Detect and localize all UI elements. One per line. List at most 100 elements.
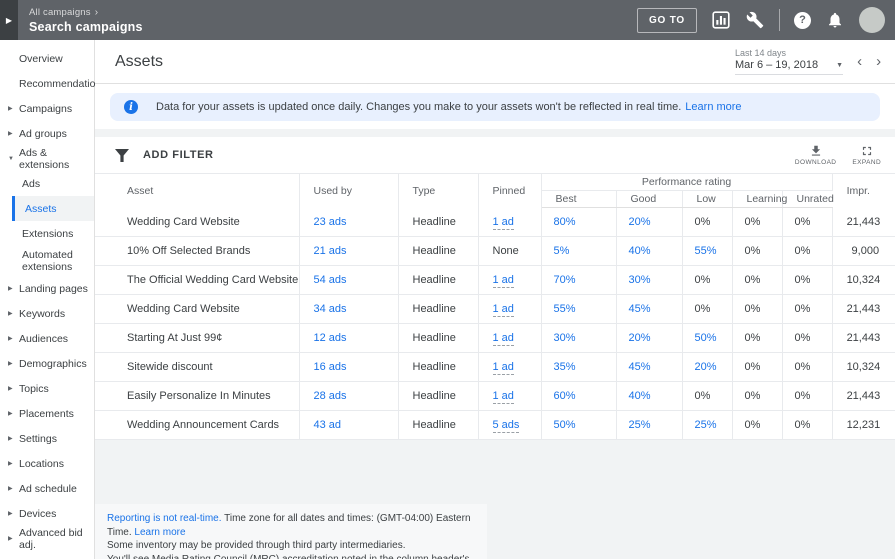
low-pct-link[interactable]: 20% bbox=[695, 361, 717, 373]
sidebar-item-extensions[interactable]: Extensions bbox=[0, 221, 94, 246]
good-pct-link[interactable]: 45% bbox=[629, 303, 651, 315]
pinned-link[interactable]: 1 ad bbox=[493, 274, 514, 288]
column-header-learning[interactable]: Learning bbox=[732, 191, 782, 208]
sidebar-item-ads-extensions[interactable]: ▼Ads & extensions bbox=[0, 146, 94, 171]
pinned-link[interactable]: 5 ads bbox=[493, 419, 520, 433]
nav-expand-strip[interactable]: ▶ bbox=[0, 0, 18, 40]
sidebar-item-placements[interactable]: ▶Placements bbox=[0, 401, 94, 426]
chevron-right-icon: ▶ bbox=[8, 310, 13, 317]
best-pct-link[interactable]: 70% bbox=[554, 274, 576, 286]
used-by-link[interactable]: 12 ads bbox=[314, 332, 347, 344]
sidebar-item-overview[interactable]: Overview bbox=[0, 46, 94, 71]
sidebar-item-demographics[interactable]: ▶Demographics bbox=[0, 351, 94, 376]
sidebar-item-assets[interactable]: Assets bbox=[12, 196, 94, 221]
used-by-link[interactable]: 34 ads bbox=[314, 303, 347, 315]
used-by-link[interactable]: 23 ads bbox=[314, 216, 347, 228]
column-header-type[interactable]: Type bbox=[398, 174, 478, 208]
next-period-button[interactable]: › bbox=[876, 54, 881, 69]
column-group-performance-rating: Performance rating bbox=[541, 174, 832, 191]
sidebar-item-audiences[interactable]: ▶Audiences bbox=[0, 326, 94, 351]
sidebar-item-settings[interactable]: ▶Settings bbox=[0, 426, 94, 451]
help-icon[interactable]: ? bbox=[794, 12, 811, 29]
good-pct-link[interactable]: 25% bbox=[629, 419, 651, 431]
good-pct-link[interactable]: 20% bbox=[629, 216, 651, 228]
low-pct-link[interactable]: 25% bbox=[695, 419, 717, 431]
below-table-area: Reporting is not real-time. Time zone fo… bbox=[95, 504, 895, 559]
column-header-best[interactable]: Best bbox=[541, 191, 616, 208]
best-pct-link[interactable]: 50% bbox=[554, 419, 576, 431]
table-row: Starting At Just 99¢ 12 ads Headline 1 a… bbox=[95, 324, 895, 353]
pinned-link[interactable]: 1 ad bbox=[493, 332, 514, 346]
expand-button[interactable]: EXPAND bbox=[852, 144, 881, 166]
sidebar-item-campaigns[interactable]: ▶Campaigns bbox=[0, 96, 94, 121]
sidebar-item-automated-extensions[interactable]: Automated extensions bbox=[0, 246, 94, 276]
column-header-used-by[interactable]: Used by bbox=[299, 174, 398, 208]
good-pct-link[interactable]: 30% bbox=[629, 274, 651, 286]
sidebar-item-devices[interactable]: ▶Devices bbox=[0, 501, 94, 526]
go-to-button[interactable]: GO TO bbox=[637, 8, 697, 33]
column-header-pinned[interactable]: Pinned bbox=[478, 174, 541, 208]
column-header-unrated[interactable]: Unrated bbox=[782, 191, 832, 208]
sidebar-item-topics[interactable]: ▶Topics bbox=[0, 376, 94, 401]
learn-more-link[interactable]: Learn more bbox=[685, 101, 741, 113]
notifications-bell-icon[interactable] bbox=[825, 10, 845, 30]
pinned-link[interactable]: 1 ad bbox=[493, 303, 514, 317]
used-by-link[interactable]: 54 ads bbox=[314, 274, 347, 286]
low-pct-link[interactable]: 50% bbox=[695, 332, 717, 344]
footer-learn-more-link[interactable]: Learn more bbox=[134, 527, 185, 538]
column-header-good[interactable]: Good bbox=[616, 191, 682, 208]
breadcrumb-all-campaigns[interactable]: All campaigns bbox=[29, 7, 91, 18]
dropdown-caret-icon: ▼ bbox=[836, 62, 843, 69]
play-arrow-icon: ▶ bbox=[6, 16, 12, 25]
add-filter-button[interactable]: ADD FILTER bbox=[143, 149, 214, 161]
reporting-not-realtime-link[interactable]: Reporting is not real-time. bbox=[107, 513, 222, 524]
date-range-value: Mar 6 – 19, 2018 bbox=[735, 59, 818, 71]
type-cell: Headline bbox=[398, 324, 478, 353]
used-by-link[interactable]: 43 ad bbox=[314, 419, 342, 431]
learning-pct-cell: 0% bbox=[732, 411, 782, 440]
good-pct-link[interactable]: 20% bbox=[629, 332, 651, 344]
sidebar-item-ads[interactable]: Ads bbox=[0, 171, 94, 196]
good-pct-link[interactable]: 45% bbox=[629, 361, 651, 373]
pinned-link[interactable]: 1 ad bbox=[493, 390, 514, 404]
toolbar-divider bbox=[779, 9, 780, 31]
pinned-link[interactable]: 1 ad bbox=[493, 361, 514, 375]
page-title: Assets bbox=[115, 53, 163, 71]
table-row: Wedding Announcement Cards 43 ad Headlin… bbox=[95, 411, 895, 440]
best-pct-link[interactable]: 60% bbox=[554, 390, 576, 402]
used-by-link[interactable]: 21 ads bbox=[314, 245, 347, 257]
chevron-right-icon: ▶ bbox=[8, 485, 13, 492]
column-header-low[interactable]: Low bbox=[682, 191, 732, 208]
best-pct-link[interactable]: 80% bbox=[554, 216, 576, 228]
sidebar-item-advanced-bid-adj[interactable]: ▶Advanced bid adj. bbox=[0, 526, 94, 551]
best-pct-link[interactable]: 35% bbox=[554, 361, 576, 373]
used-by-link[interactable]: 28 ads bbox=[314, 390, 347, 402]
low-pct-link[interactable]: 55% bbox=[695, 245, 717, 257]
sidebar-item-ad-schedule[interactable]: ▶Ad schedule bbox=[0, 476, 94, 501]
best-pct-link[interactable]: 55% bbox=[554, 303, 576, 315]
sidebar-item-locations[interactable]: ▶Locations bbox=[0, 451, 94, 476]
good-pct-link[interactable]: 40% bbox=[629, 390, 651, 402]
sidebar-item-recommendations[interactable]: Recommendations bbox=[0, 71, 94, 96]
date-range-picker[interactable]: Last 14 days Mar 6 – 19, 2018 ▼ bbox=[735, 48, 843, 75]
left-navigation: Overview Recommendations ▶Campaigns ▶Ad … bbox=[0, 40, 95, 559]
impr-cell: 21,443 bbox=[832, 295, 895, 324]
best-pct-link[interactable]: 5% bbox=[554, 245, 570, 257]
reports-chart-icon[interactable] bbox=[711, 10, 731, 30]
sidebar-item-landing-pages[interactable]: ▶Landing pages bbox=[0, 276, 94, 301]
sidebar-item-ad-groups[interactable]: ▶Ad groups bbox=[0, 121, 94, 146]
pinned-link[interactable]: 1 ad bbox=[493, 216, 514, 230]
download-button[interactable]: DOWNLOAD bbox=[795, 144, 836, 166]
good-pct-link[interactable]: 40% bbox=[629, 245, 651, 257]
previous-period-button[interactable]: ‹ bbox=[857, 54, 862, 69]
banner-message: Data for your assets is updated once dai… bbox=[156, 101, 742, 113]
column-header-asset[interactable]: Asset bbox=[95, 174, 299, 208]
best-pct-link[interactable]: 30% bbox=[554, 332, 576, 344]
sidebar-item-keywords[interactable]: ▶Keywords bbox=[0, 301, 94, 326]
account-avatar[interactable] bbox=[859, 7, 885, 33]
table-row: Wedding Card Website 34 ads Headline 1 a… bbox=[95, 295, 895, 324]
column-header-impr[interactable]: Impr. bbox=[832, 174, 895, 208]
type-cell: Headline bbox=[398, 295, 478, 324]
used-by-link[interactable]: 16 ads bbox=[314, 361, 347, 373]
tools-wrench-icon[interactable] bbox=[745, 10, 765, 30]
